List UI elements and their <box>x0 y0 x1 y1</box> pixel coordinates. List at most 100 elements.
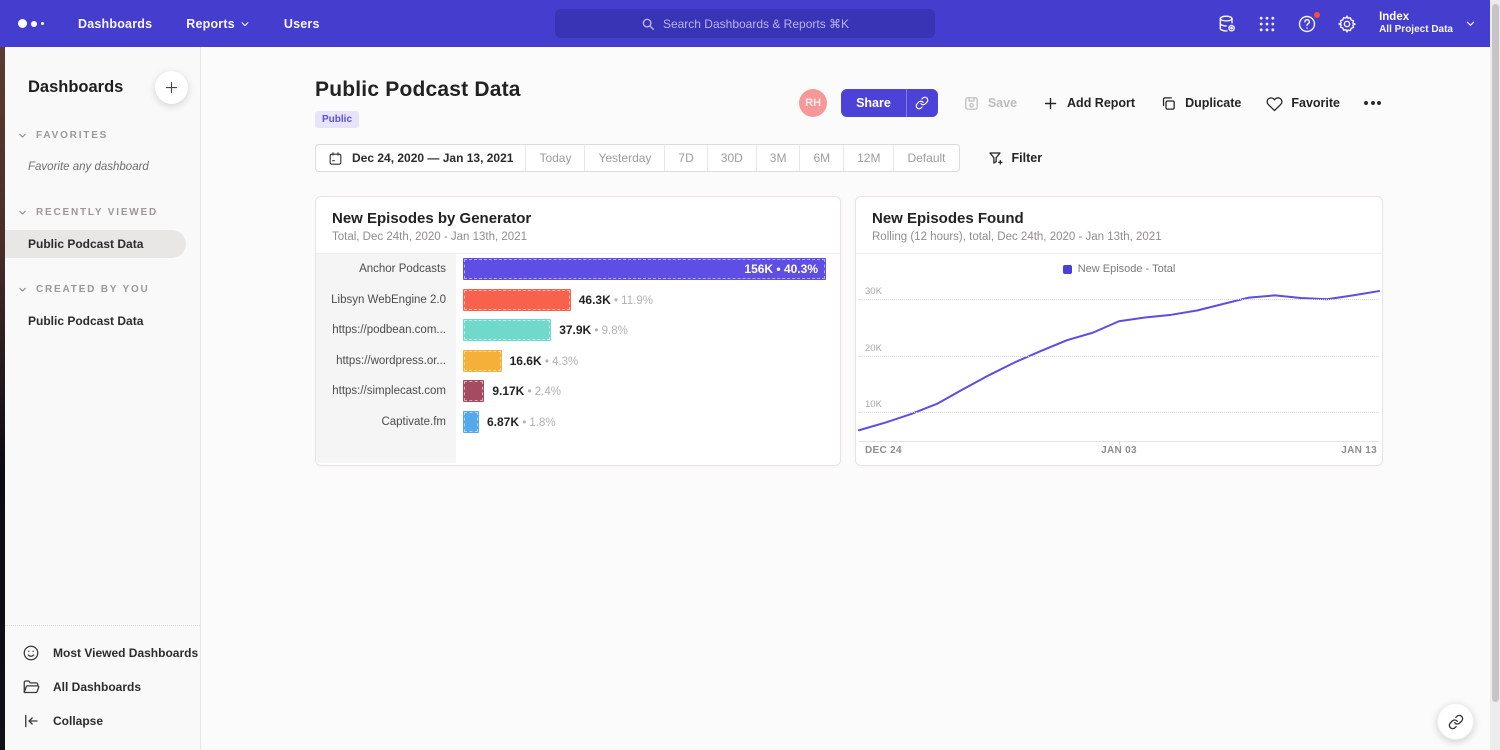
top-navigation-bar: Dashboards Reports Users Search Dashboards… <box>0 0 1490 47</box>
sidebar-item-public-podcast-data-created[interactable]: Public Podcast Data <box>5 307 200 335</box>
topbar-right-cluster: Index All Project Data <box>1217 10 1490 37</box>
card-new-episodes-by-generator: New Episodes by Generator Total, Dec 24t… <box>315 196 841 466</box>
range-preset-12m[interactable]: 12M <box>843 145 893 171</box>
scrollbar-thumb[interactable] <box>1492 4 1499 702</box>
add-dashboard-button[interactable] <box>155 71 188 104</box>
calendar-icon <box>328 151 343 166</box>
scrollbar-track[interactable] <box>1490 0 1500 750</box>
more-options-button[interactable] <box>1362 97 1383 109</box>
chevron-down-icon <box>18 131 27 140</box>
range-preset-6m[interactable]: 6M <box>799 145 843 171</box>
sidebar-item-public-podcast-data[interactable]: Public Podcast Data <box>5 230 186 258</box>
nav-item-users[interactable]: Users <box>284 17 320 31</box>
bar-value-label: 46.3K • 11.9% <box>579 293 653 307</box>
card-subtitle: Total, Dec 24th, 2020 - Jan 13th, 2021 <box>332 231 824 243</box>
y-tick-label: 20K <box>865 343 882 354</box>
bar-chart-labels: Anchor PodcastsLibsyn WebEngine 2.0https… <box>316 254 456 463</box>
share-link-fab[interactable] <box>1437 703 1474 740</box>
save-button[interactable]: Save <box>963 95 1017 112</box>
filter-button[interactable]: Filter <box>988 150 1043 166</box>
gridline: 20K <box>859 356 1379 357</box>
range-preset-3m[interactable]: 3M <box>756 145 800 171</box>
date-range-group: Dec 24, 2020 — Jan 13, 2021 TodayYesterd… <box>315 144 960 172</box>
data-sources-icon[interactable] <box>1217 14 1237 34</box>
chevron-down-icon <box>1465 18 1476 29</box>
collapse-icon <box>22 712 40 730</box>
favorite-button[interactable]: Favorite <box>1266 95 1340 112</box>
bar-category-label: Captivate.fm <box>316 407 456 438</box>
filter-funnel-icon <box>988 150 1004 166</box>
duplicate-button[interactable]: Duplicate <box>1160 95 1241 112</box>
legend-swatch <box>1063 265 1072 274</box>
bar-row: 6.87K • 1.8% <box>463 407 826 438</box>
line-chart-plot: 30K20K10K <box>859 281 1379 442</box>
bar-row: 9.17K • 2.4% <box>463 376 826 407</box>
bar-anchor-podcasts[interactable]: 156K • 40.3% <box>463 258 826 280</box>
workspace-scope: All Project Data <box>1379 24 1453 37</box>
chevron-down-icon <box>18 285 27 294</box>
line-series <box>859 281 1379 441</box>
dashboard-actions: RH Share Save Add Report Duplicate <box>799 89 1383 117</box>
bar-row: 37.9K • 9.8% <box>463 315 826 346</box>
apps-grid-icon[interactable] <box>1257 14 1277 34</box>
avatar[interactable]: RH <box>799 89 827 117</box>
gridline: 30K <box>859 299 1379 300</box>
date-range-picker[interactable]: Dec 24, 2020 — Jan 13, 2021 <box>316 145 525 171</box>
notification-dot <box>1313 11 1321 19</box>
bar-https-wordpress-or[interactable] <box>463 350 502 372</box>
link-icon <box>1448 714 1464 730</box>
legend-label: New Episode - Total <box>1078 263 1176 275</box>
bar-https-podbean-com[interactable] <box>463 319 551 341</box>
bar-row: 16.6K • 4.3% <box>463 346 826 377</box>
date-controls: Dec 24, 2020 — Jan 13, 2021 TodayYesterd… <box>315 144 1490 172</box>
bar-captivate-fm[interactable] <box>463 411 479 433</box>
line-chart: New Episode - Total 30K20K10K DEC 24 JAN… <box>856 254 1382 463</box>
settings-gear-icon[interactable] <box>1337 14 1357 34</box>
chevron-down-icon <box>240 19 250 29</box>
plus-icon <box>164 80 179 95</box>
topbar-nav: Dashboards Reports Users <box>78 17 320 31</box>
bar-chart: Anchor PodcastsLibsyn WebEngine 2.0https… <box>316 254 840 463</box>
search-icon <box>641 17 655 31</box>
x-axis-labels: DEC 24 JAN 03 JAN 13 <box>859 445 1379 459</box>
bar-https-simplecast-com[interactable] <box>463 380 484 402</box>
preset-buttons: TodayYesterday7D30D3M6M12MDefault <box>525 145 958 171</box>
chart-legend: New Episode - Total <box>856 254 1382 276</box>
add-report-button[interactable]: Add Report <box>1042 95 1135 112</box>
help-icon[interactable] <box>1297 14 1317 34</box>
share-button[interactable]: Share <box>841 89 906 117</box>
bar-value-label: 6.87K • 1.8% <box>487 415 556 429</box>
bar-chart-bars: 156K • 40.3% 46.3K • 11.9% 37.9K • 9.8%16.… <box>456 254 840 463</box>
save-icon <box>963 95 980 112</box>
sidebar-section-favorites[interactable]: FAVORITES <box>5 130 200 141</box>
all-dashboards-link[interactable]: All Dashboards <box>5 670 200 704</box>
sidebar-section-recently-viewed[interactable]: RECENTLY VIEWED <box>5 207 200 218</box>
favorites-empty-hint: Favorite any dashboard <box>5 153 200 181</box>
range-preset-7d[interactable]: 7D <box>664 145 706 171</box>
range-preset-yesterday[interactable]: Yesterday <box>584 145 664 171</box>
most-viewed-dashboards-link[interactable]: Most Viewed Dashboards <box>5 636 200 670</box>
app-logo-icon[interactable] <box>18 19 52 28</box>
bar-libsyn-webengine-2-0[interactable] <box>463 289 571 311</box>
bar-category-label: https://simplecast.com <box>316 376 456 407</box>
card-new-episodes-found: New Episodes Found Rolling (12 hours), t… <box>855 196 1383 466</box>
nav-item-reports[interactable]: Reports <box>186 17 250 31</box>
range-preset-today[interactable]: Today <box>525 145 584 171</box>
search-input[interactable]: Search Dashboards & Reports ⌘K <box>555 9 935 38</box>
folder-icon <box>22 678 40 696</box>
collapse-sidebar-button[interactable]: Collapse <box>5 704 200 738</box>
sidebar-section-created-by-you[interactable]: CREATED BY YOU <box>5 284 200 295</box>
bar-value-label: 156K • 40.3% <box>744 262 818 276</box>
x-tick-label: JAN 13 <box>1341 445 1377 456</box>
card-subtitle: Rolling (12 hours), total, Dec 24th, 202… <box>872 231 1366 243</box>
workspace-switcher[interactable]: Index All Project Data <box>1379 10 1476 37</box>
link-icon <box>915 96 929 110</box>
range-preset-30d[interactable]: 30D <box>707 145 756 171</box>
range-preset-default[interactable]: Default <box>893 145 958 171</box>
bar-category-label: Libsyn WebEngine 2.0 <box>316 285 456 316</box>
search-placeholder: Search Dashboards & Reports ⌘K <box>663 17 849 31</box>
card-title: New Episodes Found <box>872 210 1366 227</box>
share-link-button[interactable] <box>907 89 938 117</box>
nav-item-dashboards[interactable]: Dashboards <box>78 17 152 31</box>
plus-icon <box>1042 95 1059 112</box>
